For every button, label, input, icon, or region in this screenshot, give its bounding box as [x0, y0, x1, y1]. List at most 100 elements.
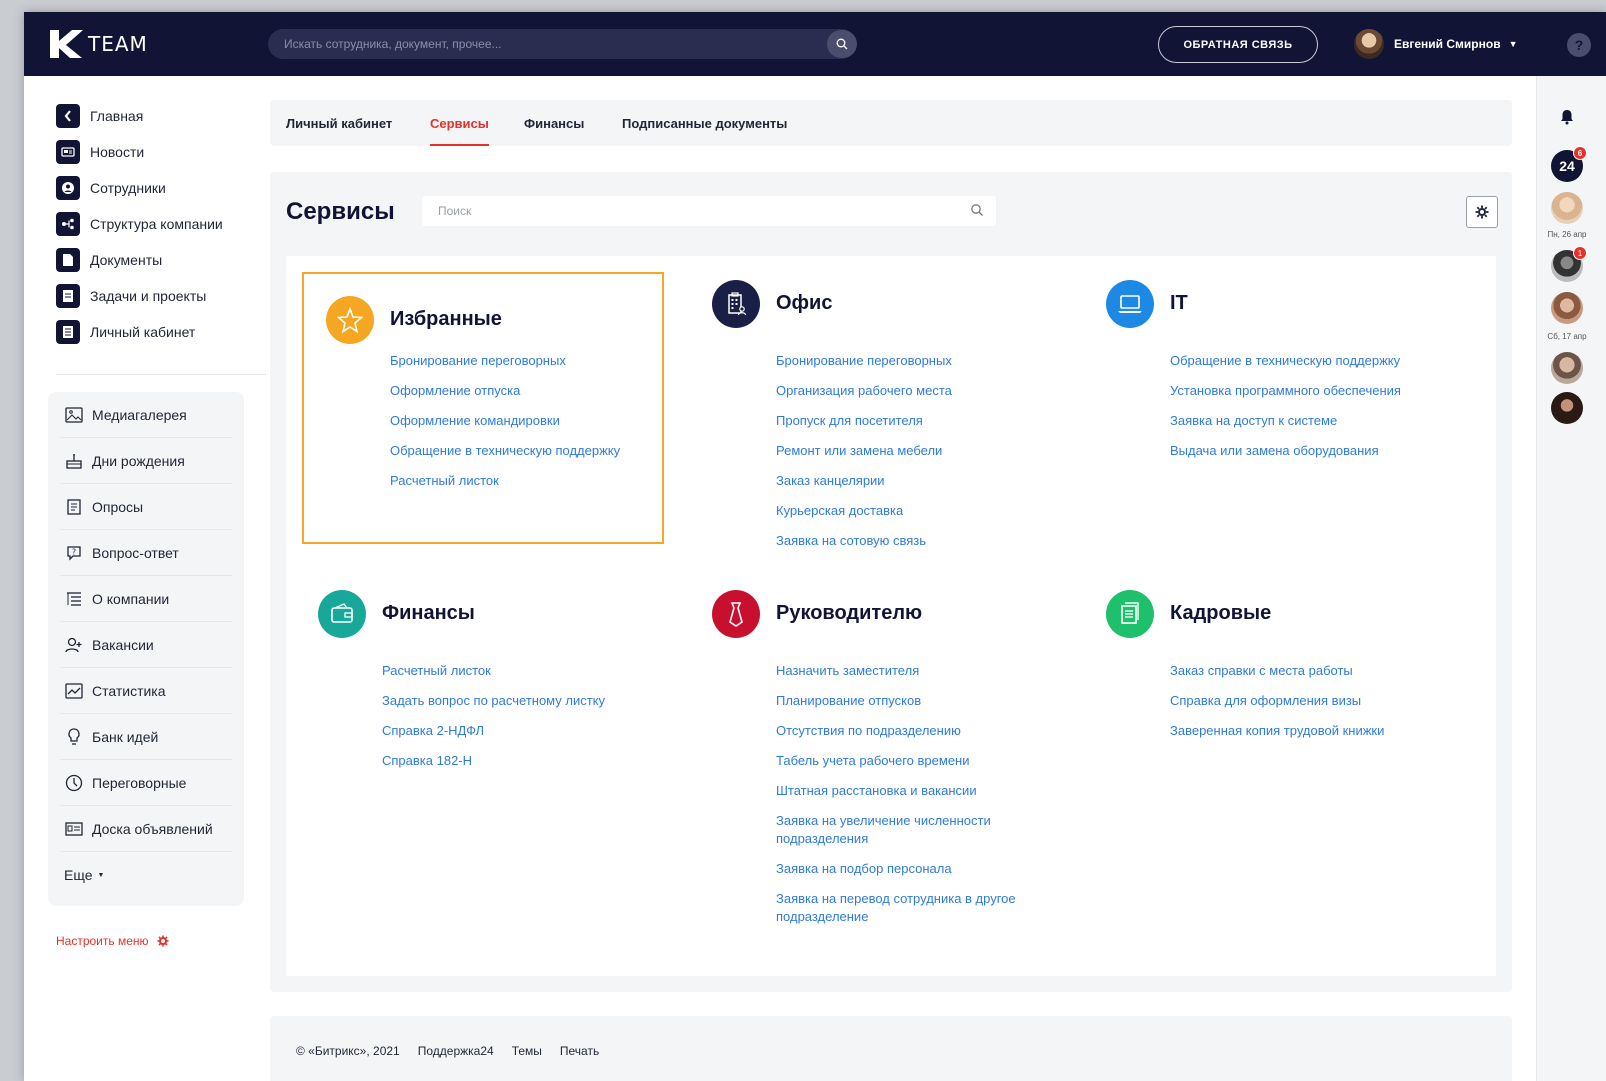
sidebar-item-label: О компании [92, 590, 170, 607]
sidebar-item-label: Новости [90, 144, 145, 160]
service-link[interactable]: Курьерская доставка [776, 502, 1056, 520]
print-link[interactable]: Печать [560, 1044, 599, 1058]
sidebar-item-label: Банк идей [92, 728, 159, 745]
service-link[interactable]: Заявка на подбор персонала [776, 860, 1036, 878]
service-link[interactable]: Заявка на перевод сотрудника в другое по… [776, 890, 1036, 926]
sidebar-item-meeting-rooms[interactable]: Переговорные [60, 760, 232, 806]
category-title: Руководителю [776, 602, 923, 624]
sidebar-item-tasks[interactable]: Задачи и проекты [56, 278, 266, 314]
service-link[interactable]: Обращение в техническую поддержку [1170, 352, 1450, 370]
help-button[interactable]: ? [1567, 33, 1591, 57]
clock-icon [64, 773, 84, 793]
logo-k-icon [50, 30, 83, 58]
tab-personal-cabinet[interactable]: Личный кабинет [286, 100, 392, 146]
category-icon [712, 590, 760, 638]
service-link[interactable]: Оформление командировки [390, 412, 670, 430]
gear-icon [1475, 205, 1489, 219]
sidebar-item-statistics[interactable]: Статистика [60, 668, 232, 714]
services-settings-button[interactable] [1466, 196, 1498, 228]
tab-services[interactable]: Сервисы [430, 100, 489, 146]
category-icon [326, 296, 374, 344]
contact-avatar-4[interactable] [1551, 352, 1583, 384]
sidebar-item-label: Сотрудники [90, 180, 166, 196]
service-link[interactable]: Справка 2-НДФЛ [382, 722, 662, 740]
employee-icon [56, 176, 80, 200]
contact-avatar-3[interactable] [1551, 292, 1583, 324]
service-list: Расчетный листок Задать вопрос по расчет… [382, 662, 662, 782]
service-link[interactable]: Расчетный листок [382, 662, 662, 680]
service-link[interactable]: Заявка на сотовую связь [776, 532, 1056, 550]
sidebar-item-label: Доска объявлений [92, 820, 213, 837]
sidebar-divider [56, 374, 266, 375]
user-name: Евгений Смирнов [1394, 37, 1501, 51]
service-link[interactable]: Выдача или замена оборудования [1170, 442, 1450, 460]
svg-text:?: ? [72, 547, 76, 556]
news-icon [56, 140, 80, 164]
home-icon [56, 104, 80, 128]
service-link[interactable]: Обращение в техническую поддержку [390, 442, 670, 460]
sidebar-item-ideas[interactable]: Банк идей [60, 714, 232, 760]
service-link[interactable]: Расчетный листок [390, 472, 670, 490]
service-link[interactable]: Заявка на доступ к системе [1170, 412, 1450, 430]
app-window: TEAM ОБРАТНАЯ СВЯЗЬ Евгений Смирнов ▼ ? … [24, 12, 1606, 1081]
sidebar-item-gallery[interactable]: Медиагалерея [60, 392, 232, 438]
service-link[interactable]: Планирование отпусков [776, 692, 1036, 710]
service-link[interactable]: Штатная расстановка и вакансии [776, 782, 1036, 800]
category-title: IT [1170, 292, 1188, 314]
rail-date-2: Сб, 17 апр [1547, 332, 1587, 341]
service-link[interactable]: Справка 182-Н [382, 752, 662, 770]
service-link[interactable]: Оформление отпуска [390, 382, 670, 400]
tab-finance[interactable]: Финансы [524, 100, 584, 146]
bell-icon [1561, 110, 1573, 125]
sidebar-item-board[interactable]: Доска объявлений [60, 806, 232, 852]
search-button[interactable] [827, 30, 857, 58]
service-link[interactable]: Ремонт или замена мебели [776, 442, 1056, 460]
contact-avatar-5[interactable] [1551, 392, 1583, 424]
user-menu[interactable]: Евгений Смирнов ▼ [1354, 28, 1518, 60]
themes-link[interactable]: Темы [512, 1044, 542, 1058]
service-list: Назначить заместителя Планирование отпус… [776, 662, 1036, 938]
service-link[interactable]: Пропуск для посетителя [776, 412, 1056, 430]
search-icon [836, 38, 848, 50]
service-link[interactable]: Установка программного обеспечения [1170, 382, 1450, 400]
notifications-button[interactable] [1551, 106, 1583, 138]
sidebar-item-personal-cabinet[interactable]: Личный кабинет [56, 314, 266, 350]
service-link[interactable]: Отсутствия по подразделению [776, 722, 1036, 740]
sidebar-more-button[interactable]: Еще ▼ [60, 852, 232, 898]
sidebar-item-faq[interactable]: ? Вопрос-ответ [60, 530, 232, 576]
sidebar-item-news[interactable]: Новости [56, 134, 266, 170]
sidebar-item-vacancies[interactable]: Вакансии [60, 622, 232, 668]
service-link[interactable]: Назначить заместителя [776, 662, 1036, 680]
sidebar-item-structure[interactable]: Структура компании [56, 206, 266, 242]
service-link[interactable]: Табель учета рабочего времени [776, 752, 1036, 770]
star-icon [337, 307, 363, 333]
sidebar-item-polls[interactable]: Опросы [60, 484, 232, 530]
customize-menu-link[interactable]: Настроить меню [56, 934, 169, 948]
service-link[interactable]: Организация рабочего места [776, 382, 1056, 400]
service-link[interactable]: Бронирование переговорных [776, 352, 1056, 370]
bitrix24-button[interactable]: 24 6 [1551, 146, 1587, 182]
service-link[interactable]: Бронирование переговорных [390, 352, 670, 370]
contact-avatar-1[interactable] [1551, 192, 1583, 224]
logo[interactable]: TEAM [48, 28, 148, 60]
service-link[interactable]: Заказ канцелярии [776, 472, 1056, 490]
service-link[interactable]: Справка для оформления визы [1170, 692, 1450, 710]
org-structure-icon [56, 212, 80, 236]
feedback-button[interactable]: ОБРАТНАЯ СВЯЗЬ [1158, 26, 1318, 63]
service-link[interactable]: Заявка на увеличение численности подразд… [776, 812, 1036, 848]
sidebar-item-documents[interactable]: Документы [56, 242, 266, 278]
service-link[interactable]: Задать вопрос по расчетному листку [382, 692, 662, 710]
tab-signed-documents[interactable]: Подписанные документы [622, 100, 787, 146]
support-link[interactable]: Поддержка24 [418, 1044, 494, 1058]
global-search-input[interactable] [268, 29, 856, 59]
service-link[interactable]: Заказ справки с места работы [1170, 662, 1450, 680]
sidebar-item-about[interactable]: О компании [60, 576, 232, 622]
services-search-input[interactable] [422, 196, 996, 226]
sidebar-item-employees[interactable]: Сотрудники [56, 170, 266, 206]
contact-avatar-2[interactable]: 1 [1551, 246, 1587, 282]
sidebar-item-home[interactable]: Главная [56, 98, 266, 134]
image-icon [64, 405, 84, 425]
sidebar-item-birthdays[interactable]: Дни рождения [60, 438, 232, 484]
service-link[interactable]: Заверенная копия трудовой книжки [1170, 722, 1450, 740]
top-header: TEAM ОБРАТНАЯ СВЯЗЬ Евгений Смирнов ▼ ? [24, 12, 1606, 76]
